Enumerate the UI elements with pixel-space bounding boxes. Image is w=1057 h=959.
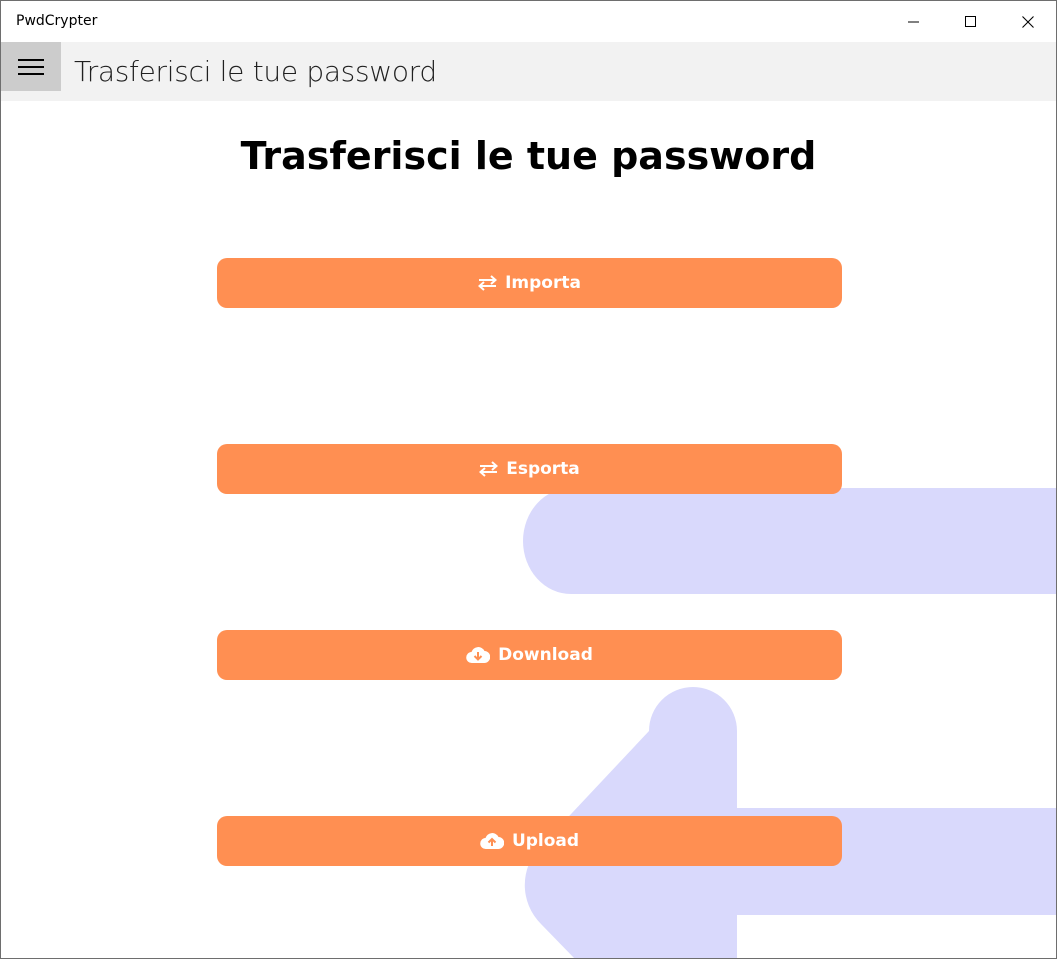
- maximize-button[interactable]: [942, 1, 999, 42]
- maximize-icon: [964, 15, 976, 27]
- cloud-download-icon: [466, 646, 491, 664]
- hamburger-icon: [18, 58, 44, 75]
- menu-button[interactable]: [1, 42, 61, 91]
- page-title: Trasferisci le tue password: [240, 134, 817, 178]
- header-bar: Trasferisci le tue password: [1, 42, 1056, 101]
- app-window: PwdCrypter Trasferisci le tue password T…: [0, 0, 1057, 959]
- app-title: PwdCrypter: [16, 13, 98, 29]
- title-bar: PwdCrypter: [1, 1, 1056, 42]
- upload-button[interactable]: Upload: [217, 816, 842, 866]
- import-button-label: Importa: [505, 273, 581, 293]
- minimize-button[interactable]: [885, 1, 942, 42]
- exchange-icon: [478, 275, 498, 291]
- main-content: Trasferisci le tue password Importa Espo…: [1, 101, 1056, 958]
- minimize-icon: [907, 21, 919, 22]
- close-icon: [1021, 15, 1034, 28]
- download-button-label: Download: [498, 645, 593, 665]
- close-button[interactable]: [999, 1, 1056, 42]
- download-button[interactable]: Download: [217, 630, 842, 680]
- header-title: Trasferisci le tue password: [74, 55, 437, 88]
- cloud-upload-icon: [480, 832, 504, 850]
- exchange-icon: [479, 461, 499, 477]
- import-button[interactable]: Importa: [217, 258, 842, 308]
- export-button-label: Esporta: [506, 459, 580, 479]
- export-button[interactable]: Esporta: [217, 444, 842, 494]
- upload-button-label: Upload: [511, 831, 580, 851]
